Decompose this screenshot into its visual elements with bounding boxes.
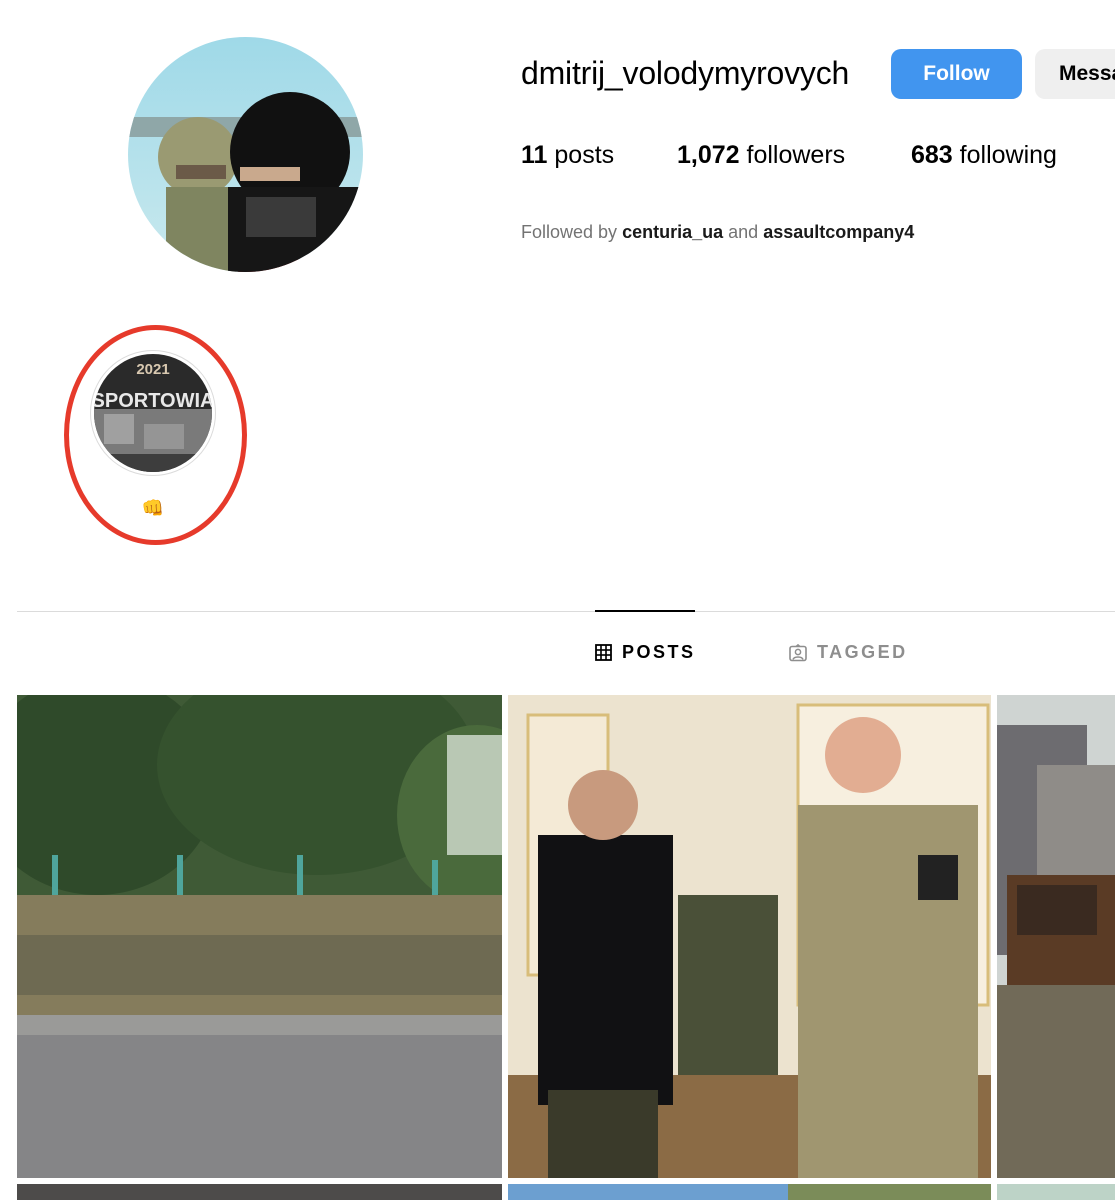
post-thumbnail-1[interactable] — [17, 695, 502, 1178]
followers-label: followers — [746, 141, 846, 169]
following-stat[interactable]: 683 following — [911, 141, 1057, 170]
story-highlight-cover: 2021 SPORTOWIA — [94, 354, 212, 472]
grid-icon — [595, 644, 612, 661]
followed-by-account-1[interactable]: centuria_ua — [622, 222, 723, 242]
story-highlight-label: 👊 — [141, 498, 165, 518]
posts-count: 11 — [521, 141, 548, 169]
profile-page: dmitrij_volodymyrovych Follow Message 11… — [0, 0, 1115, 1200]
active-tab-indicator — [595, 610, 695, 612]
followed-by-prefix: Followed by — [521, 222, 618, 242]
followers-stat[interactable]: 1,072 followers — [677, 141, 845, 170]
tagged-user-icon — [789, 643, 807, 662]
followed-by-joiner: and — [728, 222, 759, 242]
highlight-cover-year: 2021 — [136, 361, 169, 378]
post-thumbnail-5[interactable] — [508, 1184, 991, 1200]
post-thumbnail-4[interactable] — [17, 1184, 502, 1200]
following-label: following — [959, 141, 1057, 169]
story-highlight[interactable]: 2021 SPORTOWIA — [90, 350, 216, 476]
tab-tagged-label: TAGGED — [817, 642, 908, 662]
post-thumbnail-2[interactable] — [508, 695, 991, 1178]
highlight-cover-word: SPORTOWIA — [94, 390, 212, 412]
follow-button[interactable]: Follow — [891, 49, 1022, 99]
post-thumbnail-6[interactable] — [997, 1184, 1115, 1200]
tab-posts-label: POSTS — [622, 642, 696, 662]
posts-label: posts — [554, 141, 615, 169]
following-count: 683 — [911, 141, 953, 169]
posts-count-stat: 11 posts — [521, 141, 614, 170]
message-button[interactable]: Message — [1035, 49, 1115, 99]
tabs-divider — [17, 611, 1115, 612]
post-thumbnail-3[interactable] — [997, 695, 1115, 1178]
profile-avatar[interactable] — [128, 37, 363, 272]
tab-posts[interactable]: POSTS — [595, 642, 696, 663]
profile-username: dmitrij_volodymyrovych — [521, 55, 850, 91]
followed-by-account-2[interactable]: assaultcompany4 — [763, 222, 914, 242]
followers-count: 1,072 — [677, 141, 740, 169]
tab-tagged[interactable]: TAGGED — [789, 642, 908, 663]
followed-by-line[interactable]: Followed by centuria_ua and assaultcompa… — [521, 222, 914, 243]
